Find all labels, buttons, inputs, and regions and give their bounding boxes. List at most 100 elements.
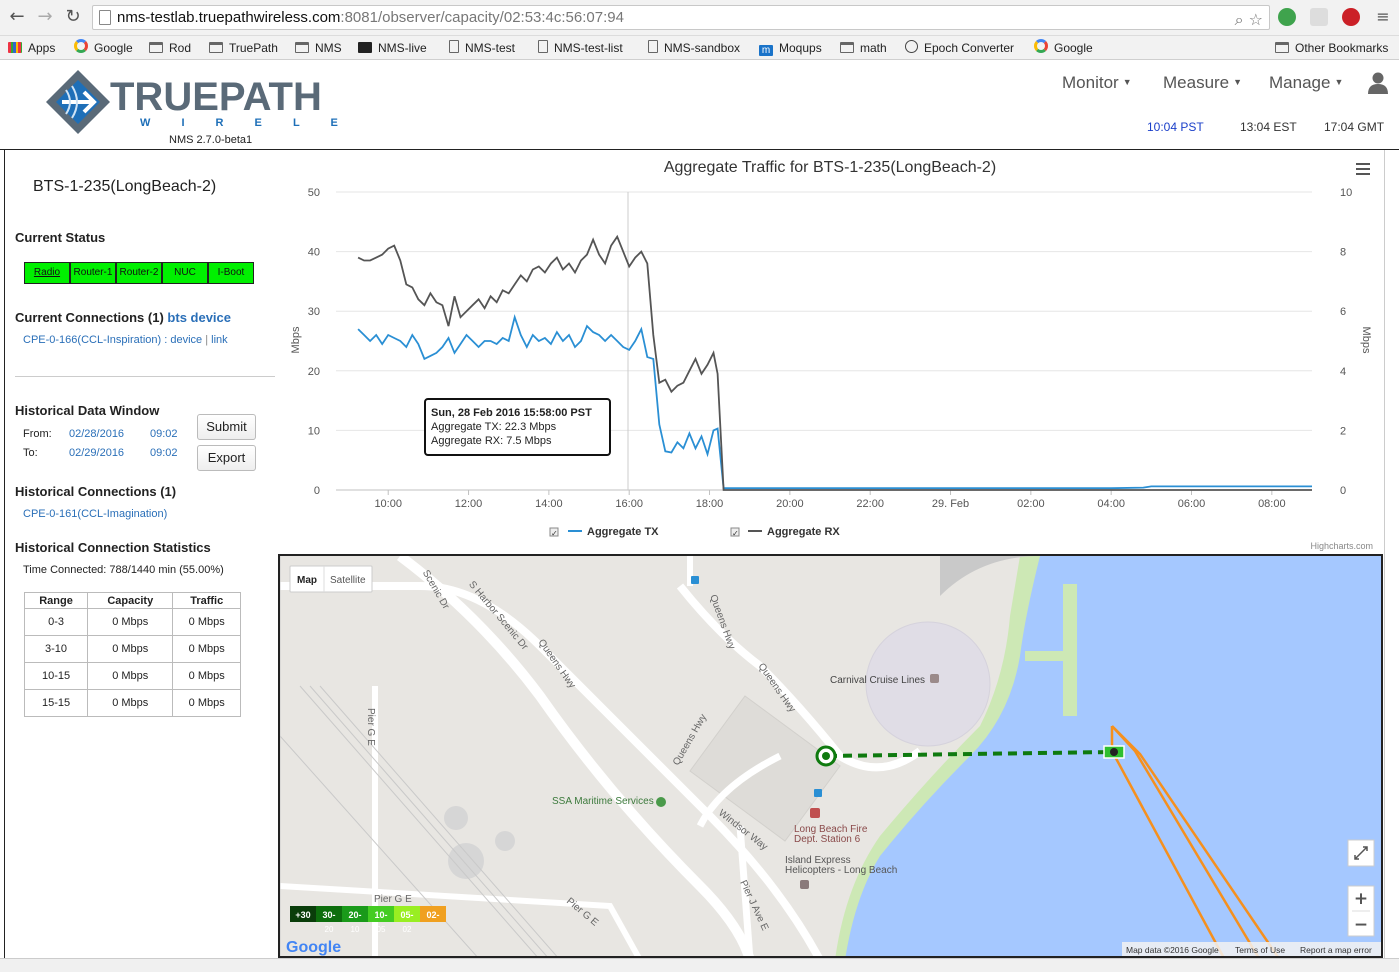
transit-icon[interactable] [814,789,822,797]
legend-label-top: 05- [400,910,413,920]
bookmark-nms-live[interactable]: NMS-live [358,39,427,57]
status-nuc: NUC [162,262,208,284]
historical-window-title: Historical Data Window [15,403,160,418]
label-pier-g-1: Pier G E [365,708,376,746]
tooltip-header: Sun, 28 Feb 2016 15:58:00 PST [431,407,592,419]
zoom-control[interactable]: + − [1347,885,1375,937]
checkmark-icon: ✓ [551,529,558,538]
logo-text-true: TRUEPATH [110,75,322,119]
to-date[interactable]: 02/29/2016 [69,447,124,459]
bookmark-truepath[interactable]: TruePath [209,39,278,57]
user-icon[interactable] [1368,72,1388,94]
chart-legend: ✓ Aggregate TX ✓ Aggregate RX [549,526,840,538]
map-tab-satellite[interactable]: Satellite [330,575,366,586]
bookmark-nms-test[interactable]: NMS-test [449,39,515,57]
other-bookmarks[interactable]: Other Bookmarks [1275,39,1388,57]
reload-icon[interactable]: ↻ [62,6,84,28]
truepath-logo[interactable]: TRUEPATH W I R E L E S S [44,68,364,136]
bookmark-nms-sandbox[interactable]: NMS-sandbox [648,39,740,57]
bookmark-apps[interactable]: Apps [8,39,55,57]
google-icon [1034,39,1048,53]
tank-3 [495,831,515,851]
pier-arm-green [1025,651,1067,661]
zoom-in-button[interactable]: + [1354,889,1368,909]
status-router-1: Router-1 [70,262,116,284]
evernote-extension-icon[interactable] [1278,8,1296,26]
current-connection-name[interactable]: CPE-0-166(CCL-Inspiration) [23,334,161,346]
menu-monitor[interactable]: Monitor ▼ [1062,73,1132,93]
table-row: 3-10 0 Mbps 0 Mbps [23,635,241,663]
url-path: :8081/observer/capacity/02:53:4c:56:07:9… [340,9,624,26]
x-tick-label: 22:00 [856,498,884,510]
pinterest-extension-icon[interactable] [1342,8,1360,26]
map-tab-map[interactable]: Map [297,575,317,586]
menu-measure[interactable]: Measure ▼ [1163,73,1242,93]
poi-heli-icon[interactable] [800,880,809,889]
bookmark-math[interactable]: math [840,39,887,57]
browser-menu-icon[interactable]: ≡ [1372,6,1394,28]
poi-fire-icon[interactable] [810,808,820,818]
legend-item-aggregate-rx[interactable]: ✓ Aggregate RX [730,526,840,538]
fullscreen-control[interactable] [1347,839,1375,867]
poi-ssa-icon[interactable] [656,797,666,807]
zoom-star-icons[interactable]: ⌕ ☆ [1235,8,1263,31]
report-map-error-link[interactable]: Report a map error [1300,945,1372,955]
bookmark-google[interactable]: Google [74,39,133,57]
x-tick-label: 20:00 [776,498,804,510]
legend-label-tx: Aggregate TX [587,526,659,538]
back-arrow-icon[interactable]: ← [6,6,28,28]
traffic-chart[interactable]: Aggregate Traffic for BTS-1-235(LongBeac… [278,150,1385,554]
chart-menu-icon[interactable] [1356,163,1370,175]
bts-device-link[interactable]: bts device [167,310,231,325]
bookmark-moqups[interactable]: m Moqups [759,39,822,57]
x-tick-label: 12:00 [455,498,483,510]
extension-icon[interactable] [1310,8,1328,26]
apps-grid-icon [8,42,22,53]
bookmark-rod[interactable]: Rod [149,39,191,57]
cpe-marker-center [1110,748,1118,756]
legend-item-aggregate-tx[interactable]: ✓ Aggregate TX [549,526,659,538]
status-radio[interactable]: Radio [24,262,70,284]
map-panel[interactable]: S Harbor Scenic Dr Scenic Dr Queens Hwy … [278,554,1383,958]
chart-tooltip: Sun, 28 Feb 2016 15:58:00 PST Aggregate … [424,398,611,456]
checkmark-icon: ✓ [732,529,739,538]
current-connection-row: CPE-0-166(CCL-Inspiration) : device | li… [23,334,228,346]
submit-button[interactable]: Submit [197,414,256,440]
forward-arrow-icon[interactable]: → [34,6,56,28]
terms-of-use-link[interactable]: Terms of Use [1235,945,1285,955]
bookmark-epoch-converter[interactable]: Epoch Converter [905,39,1014,57]
bookmark-google-2[interactable]: Google [1034,39,1093,57]
device-link[interactable]: device [170,334,202,346]
from-date[interactable]: 02/28/2016 [69,428,124,440]
status-i-boot: I-Boot [208,262,254,284]
poi-carnival-icon[interactable] [930,674,939,683]
column-header: Traffic [172,592,241,609]
folder-icon [840,42,854,53]
page-icon [538,40,548,53]
terminal-icon [358,42,372,53]
zoom-out-button[interactable]: − [1354,915,1368,935]
to-time[interactable]: 09:02 [150,447,178,459]
time-est: 13:04 EST [1240,120,1297,134]
address-bar[interactable]: nms-testlab.truepathwireless.com:8081/ob… [92,5,1270,30]
transit-icon[interactable] [691,576,699,584]
from-time[interactable]: 09:02 [150,428,178,440]
export-button[interactable]: Export [197,445,256,471]
time-connected: Time Connected: 788/1440 min (55.00%) [23,564,224,576]
menu-manage[interactable]: Manage ▼ [1269,73,1343,93]
google-icon [74,39,88,53]
bookmark-nms[interactable]: NMS [295,39,342,57]
highcharts-credit[interactable]: Highcharts.com [1310,541,1373,551]
caret-down-icon: ▼ [1122,77,1132,87]
y-axis-right-label: Mbps [1360,327,1372,354]
legend-label-top: 02- [426,910,439,920]
historical-connection-link[interactable]: CPE-0-161(CCL-Imagination) [23,508,167,520]
section-divider [15,376,275,377]
x-tick-label: 10:00 [374,498,402,510]
label-carnival: Carnival Cruise Lines [830,675,925,686]
from-label: From: [23,428,52,440]
bookmark-nms-test-list[interactable]: NMS-test-list [538,39,623,57]
map-canvas[interactable]: S Harbor Scenic Dr Scenic Dr Queens Hwy … [280,556,1383,958]
link-link[interactable]: link [211,334,228,346]
url-host: nms-testlab.truepathwireless.com [117,9,341,26]
